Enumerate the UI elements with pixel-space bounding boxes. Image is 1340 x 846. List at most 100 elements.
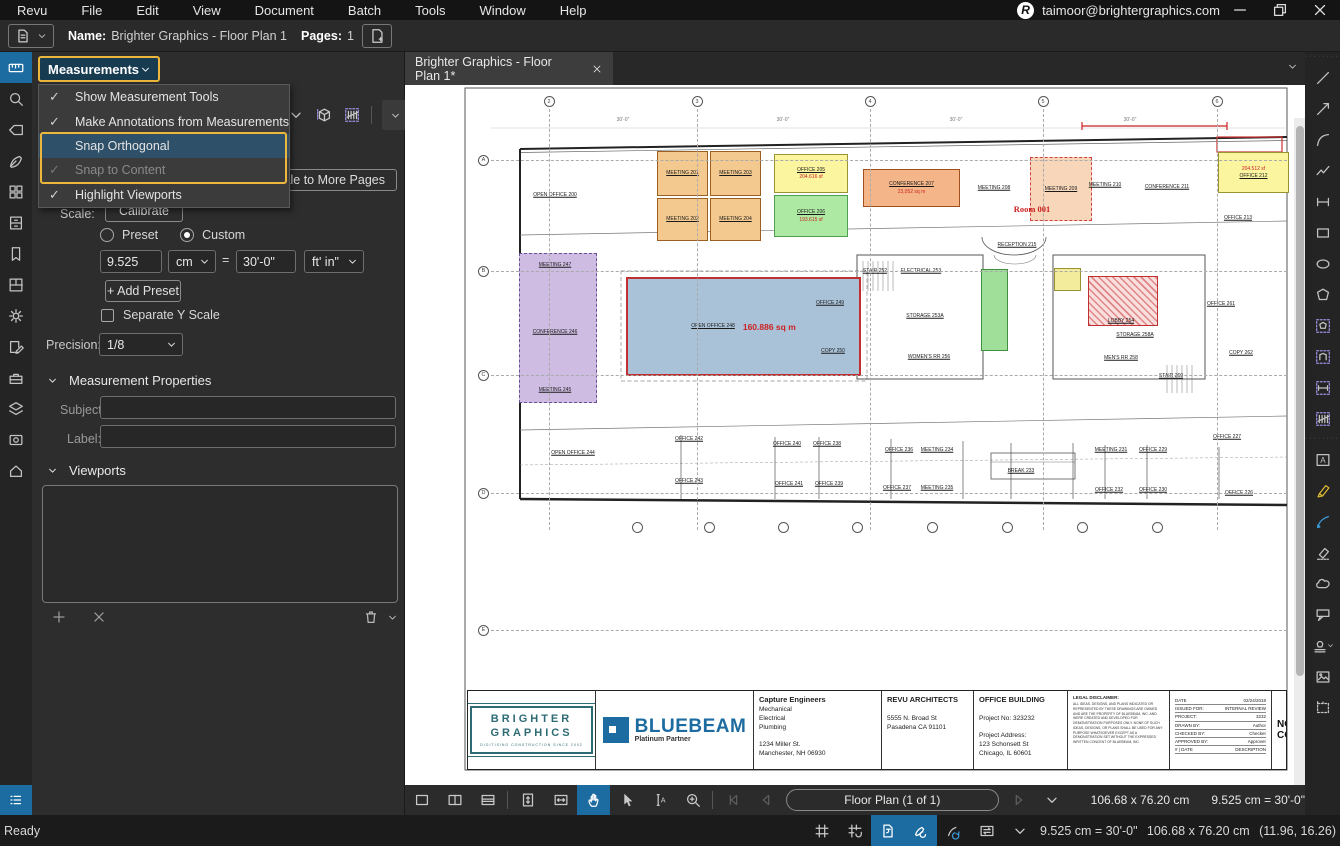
snapshot-tool[interactable] xyxy=(1305,692,1340,723)
minimize-button[interactable] xyxy=(1220,0,1260,20)
diameter-measure-tool[interactable] xyxy=(1305,372,1340,403)
count-measure-tool[interactable] xyxy=(1305,403,1340,434)
sidebar-settings[interactable] xyxy=(0,300,32,331)
length-measure-tool[interactable] xyxy=(1305,186,1340,217)
tab-list-chevron[interactable] xyxy=(1286,60,1299,73)
restore-button[interactable] xyxy=(1260,0,1300,20)
measurements-dropdown-button[interactable]: Measurements xyxy=(38,56,160,82)
subject-input[interactable] xyxy=(100,396,396,419)
sidebar-search[interactable] xyxy=(0,83,32,114)
sidebar-layers[interactable] xyxy=(0,393,32,424)
ellipse-tool[interactable] xyxy=(1305,248,1340,279)
polygon-tool[interactable] xyxy=(1305,279,1340,310)
scrollbar-thumb[interactable] xyxy=(1296,126,1304,676)
menu-tools[interactable]: Tools xyxy=(398,0,462,20)
menu-revu[interactable]: Revu xyxy=(0,0,64,20)
add-viewport-button[interactable] xyxy=(50,608,68,626)
pan-tool[interactable] xyxy=(577,785,610,815)
document-canvas[interactable]: OPEN OFFICE 200MEETING 201MEETING 203MEE… xyxy=(405,85,1305,785)
close-button[interactable] xyxy=(1300,0,1340,20)
polyline-tool[interactable] xyxy=(1305,155,1340,186)
sidebar-measurements[interactable] xyxy=(0,52,32,83)
next-page[interactable] xyxy=(1003,785,1036,815)
scale-value2-input[interactable] xyxy=(236,250,296,273)
pen-tool[interactable] xyxy=(1305,506,1340,537)
page-options[interactable] xyxy=(1036,785,1069,815)
status-scale[interactable]: 9.525 cm = 30'-0" xyxy=(1040,824,1138,838)
sidebar-studio[interactable] xyxy=(0,455,32,486)
menu-file[interactable]: File xyxy=(64,0,119,20)
menu-edit[interactable]: Edit xyxy=(119,0,175,20)
viewports-header[interactable]: Viewports xyxy=(46,463,126,478)
measurement-properties-header[interactable]: Measurement Properties xyxy=(46,373,211,388)
arrow-tool[interactable] xyxy=(1305,93,1340,124)
count-tool[interactable] xyxy=(343,106,361,124)
menu-item-snap-orthogonal[interactable]: Snap Orthogonal xyxy=(39,134,289,158)
delete-viewport-button[interactable] xyxy=(362,608,380,626)
menu-item-show-measurement-tools[interactable]: ✓Show Measurement Tools xyxy=(39,85,289,109)
single-page-view[interactable] xyxy=(405,785,438,815)
status-options[interactable] xyxy=(1003,815,1036,846)
remove-viewport-button[interactable] xyxy=(90,608,108,626)
previous-page[interactable] xyxy=(749,785,782,815)
sidebar-tool-chest[interactable] xyxy=(0,362,32,393)
reuse-markup[interactable] xyxy=(937,815,970,846)
menu-item-make-annotations-from-measurements[interactable]: ✓Make Annotations from Measurements xyxy=(39,109,289,133)
label-input[interactable] xyxy=(100,425,396,448)
menu-help[interactable]: Help xyxy=(543,0,604,20)
select-text-tool[interactable]: A xyxy=(643,785,676,815)
text-box-tool[interactable]: A xyxy=(1305,444,1340,475)
new-page-button[interactable] xyxy=(362,24,392,48)
menu-document[interactable]: Document xyxy=(238,0,331,20)
chevron-down-icon[interactable] xyxy=(386,611,399,624)
scale-unit-select[interactable]: cm xyxy=(168,250,216,273)
zoom-tool[interactable] xyxy=(676,785,709,815)
sidebar-file-access[interactable] xyxy=(0,207,32,238)
first-page[interactable] xyxy=(716,785,749,815)
document-tab[interactable]: Brighter Graphics - Floor Plan 1* xyxy=(405,52,613,85)
split-vertical[interactable] xyxy=(438,785,471,815)
arc-tool[interactable] xyxy=(1305,124,1340,155)
stamp-tool[interactable] xyxy=(1305,630,1340,661)
viewports-list[interactable] xyxy=(42,485,398,603)
select-tool[interactable] xyxy=(610,785,643,815)
menu-view[interactable]: View xyxy=(176,0,238,20)
status-page-size[interactable]: 106.68 x 76.20 cm xyxy=(1147,824,1250,838)
account-info[interactable]: R taimoor@brightergraphics.com xyxy=(1017,2,1220,19)
callout-tool[interactable] xyxy=(1305,599,1340,630)
sidebar-bookmarks[interactable] xyxy=(0,238,32,269)
separate-y-checkbox[interactable] xyxy=(101,309,114,322)
file-menu-button[interactable] xyxy=(8,24,54,48)
volume-measure-tool[interactable] xyxy=(315,106,333,124)
sidebar-markup-summary[interactable] xyxy=(0,331,32,362)
cloud-tool[interactable] xyxy=(1305,568,1340,599)
sidebar-markup-list[interactable] xyxy=(0,785,32,815)
sidebar-thumbnails[interactable] xyxy=(0,176,32,207)
scale-value-input[interactable] xyxy=(100,250,162,273)
precision-select[interactable]: 1/8 xyxy=(99,333,183,356)
image-tool[interactable] xyxy=(1305,661,1340,692)
fit-page[interactable] xyxy=(511,785,544,815)
sidebar-media[interactable] xyxy=(0,424,32,455)
custom-radio[interactable] xyxy=(180,228,194,242)
scale-unit2-select[interactable]: ft' in" xyxy=(304,250,364,273)
grid-toggle[interactable] xyxy=(805,815,838,846)
snap-to-document[interactable] xyxy=(871,815,904,846)
area-measure-tool[interactable] xyxy=(1305,310,1340,341)
close-tab-icon[interactable] xyxy=(591,63,603,75)
eraser-tool[interactable] xyxy=(1305,537,1340,568)
fit-width[interactable] xyxy=(544,785,577,815)
vertical-scrollbar[interactable] xyxy=(1294,118,1305,785)
menu-item-highlight-viewports[interactable]: ✓Highlight Viewports xyxy=(39,183,289,207)
line-tool[interactable] xyxy=(1305,62,1340,93)
sidebar-properties[interactable] xyxy=(0,114,32,145)
highlighter-tool[interactable] xyxy=(1305,475,1340,506)
menu-window[interactable]: Window xyxy=(463,0,543,20)
preset-radio[interactable] xyxy=(100,228,114,242)
sidebar-markup-tools[interactable] xyxy=(0,145,32,176)
split-horizontal[interactable] xyxy=(471,785,504,815)
perimeter-measure-tool[interactable] xyxy=(1305,341,1340,372)
menu-item-snap-to-content[interactable]: ✓Snap to Content xyxy=(39,158,289,182)
page-navigation-field[interactable]: Floor Plan (1 of 1) xyxy=(786,789,999,811)
add-preset-button[interactable]: + Add Preset xyxy=(105,280,181,302)
